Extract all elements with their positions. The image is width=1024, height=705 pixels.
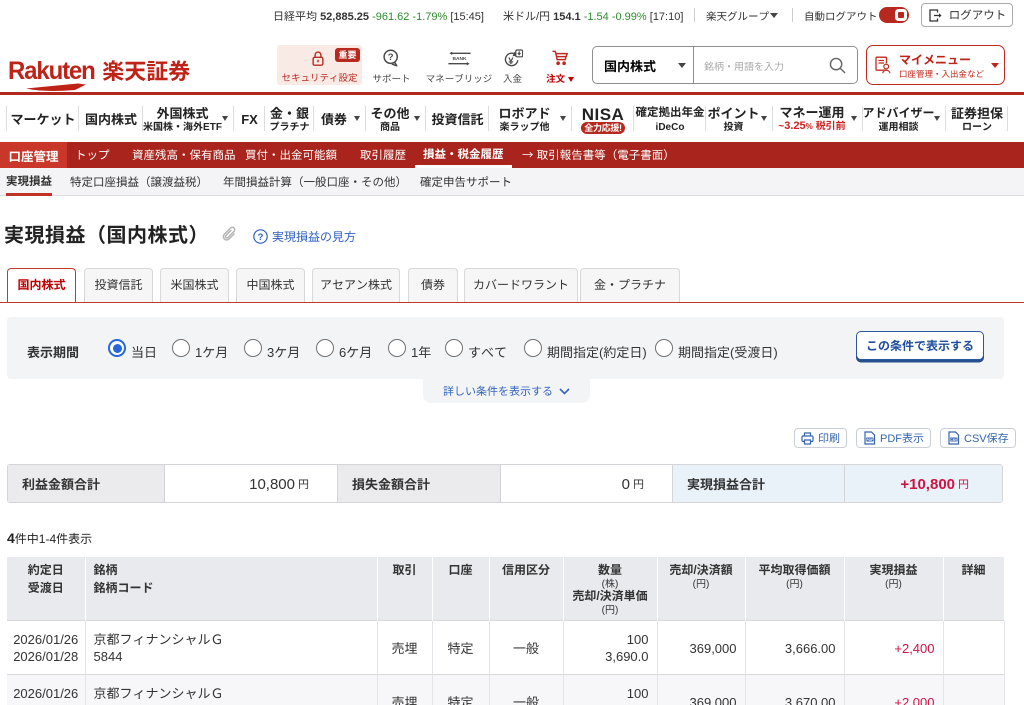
svg-text:?: ? bbox=[388, 52, 394, 63]
svg-text:¥: ¥ bbox=[508, 55, 514, 66]
svg-text:CSV: CSV bbox=[950, 438, 958, 442]
svg-text:BANK: BANK bbox=[452, 56, 467, 62]
svg-text:PDF: PDF bbox=[866, 438, 873, 442]
svg-text:?: ? bbox=[258, 232, 264, 243]
